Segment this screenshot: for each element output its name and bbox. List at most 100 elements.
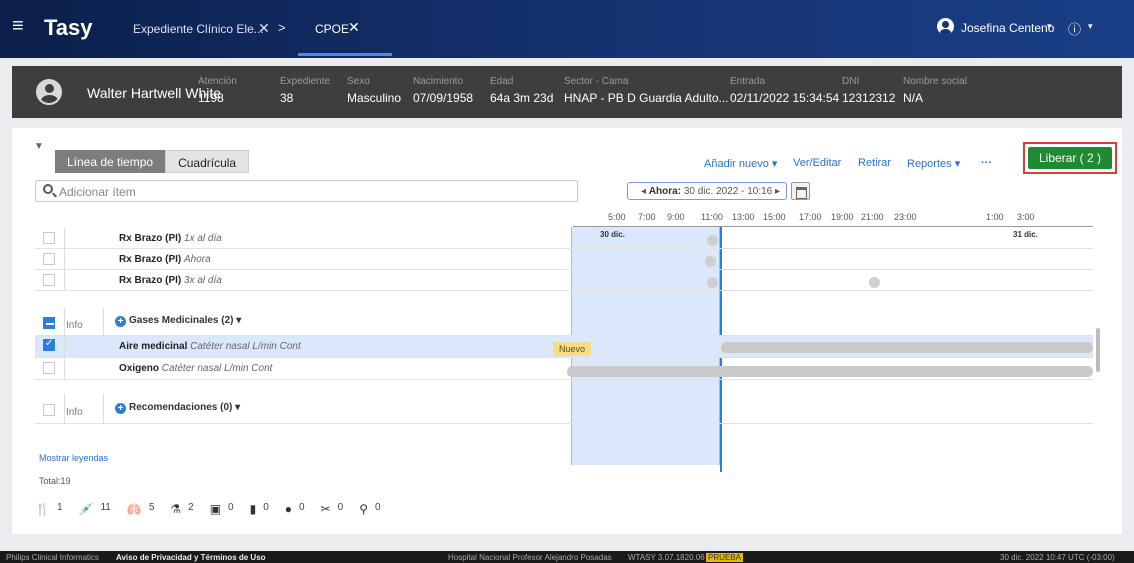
info-menu-caret-icon[interactable]: ▾ <box>1088 21 1093 32</box>
add-new-button[interactable]: Añadir nuevo ▾ <box>704 157 777 170</box>
user-menu-caret-icon[interactable]: ▾ <box>1047 21 1052 32</box>
info-icon[interactable]: ⓘ <box>1068 19 1081 38</box>
footer-company: Philips Clinical Informatics <box>6 553 99 562</box>
close-tab-cpoe-icon[interactable]: ✕ <box>348 19 360 36</box>
chevron-right-icon: > <box>278 20 286 35</box>
info-link[interactable]: Info <box>66 320 83 331</box>
field-sexo: Sexo Masculino <box>347 76 402 105</box>
flask-icon: ⚲ <box>359 502 369 516</box>
timeline-hour-label: 13:00 <box>732 212 755 222</box>
gas-duration-bar[interactable] <box>567 366 1093 377</box>
event-marker[interactable] <box>705 256 716 267</box>
app-brand: Tasy <box>44 15 93 40</box>
footer-datetime: 30 dic. 2022 10:47 UTC (-03:00) <box>1000 553 1115 562</box>
lab-icon: ⚗ <box>170 502 182 516</box>
row-checkbox[interactable] <box>43 338 55 351</box>
privacy-link[interactable]: Aviso de Privacidad y Términos de Uso <box>116 553 266 562</box>
timeline-hour-label: 19:00 <box>831 212 854 222</box>
timeline-hour-label: 15:00 <box>763 212 786 222</box>
monitor-icon: ▣ <box>209 502 222 516</box>
timeline-hour-label: 21:00 <box>861 212 884 222</box>
search-placeholder: Adicionar ítem <box>59 185 136 199</box>
timeline-hour-label: 11:00 <box>701 212 723 222</box>
field-dni: DNI 12312312 <box>842 76 896 105</box>
view-edit-button[interactable]: Ver/Editar <box>793 157 841 169</box>
environment-badge: PRUEBA <box>706 553 743 562</box>
view-tabs: Línea de tiempo Cuadrícula <box>55 150 250 173</box>
timeline-hour-label: 7:00 <box>638 212 656 222</box>
user-name[interactable]: Josefina Centeno <box>961 21 1054 35</box>
release-highlight: Liberar ( 2 ) <box>1023 142 1117 174</box>
timeline-hour-label: 3:00 <box>1017 212 1035 222</box>
item-text: Aire medicinal Catéter nasal L/min Cont <box>119 341 301 352</box>
item-text: Rx Brazo (PI) 1x al día <box>119 233 222 244</box>
group-checkbox[interactable] <box>43 317 55 329</box>
group-row-recomendaciones[interactable]: Info + Recomendaciones (0) ▾ <box>35 394 1093 424</box>
group-recomendaciones[interactable]: + Recomendaciones (0) ▾ <box>115 402 240 414</box>
item-text: Rx Brazo (PI) Ahora <box>119 254 211 265</box>
list-item[interactable]: Rx Brazo (PI) Ahora <box>35 249 1093 270</box>
add-icon[interactable]: + <box>115 403 126 414</box>
group-checkbox[interactable] <box>43 404 55 416</box>
footer: Philips Clinical Informatics Aviso de Pr… <box>0 551 1134 563</box>
add-icon[interactable]: + <box>115 316 126 327</box>
fork-knife-icon: 🍴 <box>35 502 50 516</box>
list-item[interactable]: Rx Brazo (PI) 3x al día <box>35 270 1093 291</box>
group-gases[interactable]: + Gases Medicinales (2) ▾ <box>115 315 241 327</box>
tab-grid[interactable]: Cuadrícula <box>165 150 250 173</box>
active-tab-indicator <box>298 53 392 56</box>
new-badge: Nuevo <box>553 342 592 356</box>
timeline-hour-label: 9:00 <box>667 212 685 222</box>
tab-cpoe[interactable]: CPOE <box>315 22 349 36</box>
show-legend-link[interactable]: Mostrar leyendas <box>39 453 108 463</box>
tab-expediente[interactable]: Expediente Clínico Ele... <box>133 22 264 36</box>
calendar-icon[interactable] <box>791 182 810 200</box>
top-navigation-bar: ≡ Tasy Expediente Clínico Ele... ✕ > CPO… <box>0 0 1134 58</box>
user-avatar-icon[interactable] <box>937 18 954 35</box>
field-entrada: Entrada 02/11/2022 15:34:54 <box>730 76 840 105</box>
syringe-icon: 💉 <box>78 502 94 516</box>
list-item[interactable]: Rx Brazo (PI) 1x al día <box>35 228 1093 249</box>
field-nacimiento: Nacimiento 07/09/1958 <box>413 76 474 105</box>
timeline-hour-label: 1:00 <box>986 212 1004 222</box>
item-text: Rx Brazo (PI) 3x al día <box>119 275 222 286</box>
event-marker[interactable] <box>707 277 718 288</box>
vertical-scrollbar[interactable] <box>1096 328 1100 372</box>
footer-version: WTASY 3.07.1820.06 <box>628 553 705 562</box>
total-count: Total:19 <box>39 476 71 486</box>
menu-icon[interactable]: ≡ <box>12 16 32 36</box>
footer-hospital: Hospital Nacional Profesor Alejandro Pos… <box>448 553 612 562</box>
filter-icon[interactable]: ▼ <box>34 141 44 152</box>
now-navigator[interactable]: ◂ Ahora: 30 dic. 2022 - 10:16 ▸ <box>627 182 787 200</box>
lungs-icon: 🫁 <box>126 502 142 516</box>
tab-timeline[interactable]: Línea de tiempo <box>55 150 166 173</box>
field-expediente: Expediente 38 <box>280 76 331 105</box>
patient-avatar-icon <box>36 79 62 105</box>
field-sector-cama: Sector - Cama HNAP - PB D Guardia Adulto.… <box>564 76 729 105</box>
item-text: Oxigeno Catéter nasal L/min Cont <box>119 363 273 374</box>
dialysis-icon: ● <box>284 502 293 516</box>
row-checkbox[interactable] <box>43 253 55 265</box>
reports-button[interactable]: Reportes ▾ <box>907 157 960 170</box>
scissors-icon: ✂ <box>320 502 331 516</box>
gas-duration-bar[interactable] <box>721 342 1093 353</box>
row-checkbox[interactable] <box>43 362 55 374</box>
row-checkbox[interactable] <box>43 232 55 244</box>
field-edad: Edad 64a 3m 23d <box>490 76 554 105</box>
blood-bag-icon: ▮ <box>249 502 257 516</box>
search-input[interactable]: Adicionar ítem <box>35 180 578 202</box>
timeline-hour-label: 17:00 <box>799 212 822 222</box>
cpoe-panel: ▼ Línea de tiempo Cuadrícula Añadir nuev… <box>12 128 1122 534</box>
timeline-hour-label: 5:00 <box>608 212 626 222</box>
release-button[interactable]: Liberar ( 2 ) <box>1028 147 1112 169</box>
info-link[interactable]: Info <box>66 407 83 418</box>
timeline-hour-label: 23:00 <box>894 212 917 222</box>
more-options-icon[interactable]: ··· <box>981 157 992 169</box>
group-row-gases[interactable]: Info + Gases Medicinales (2) ▾ <box>35 308 1093 336</box>
close-tab-expediente-icon[interactable]: ✕ <box>258 20 270 37</box>
row-checkbox[interactable] <box>43 274 55 286</box>
event-marker[interactable] <box>869 277 880 288</box>
remove-button[interactable]: Retirar <box>858 157 891 169</box>
search-icon <box>43 184 53 194</box>
event-marker[interactable] <box>707 235 718 246</box>
